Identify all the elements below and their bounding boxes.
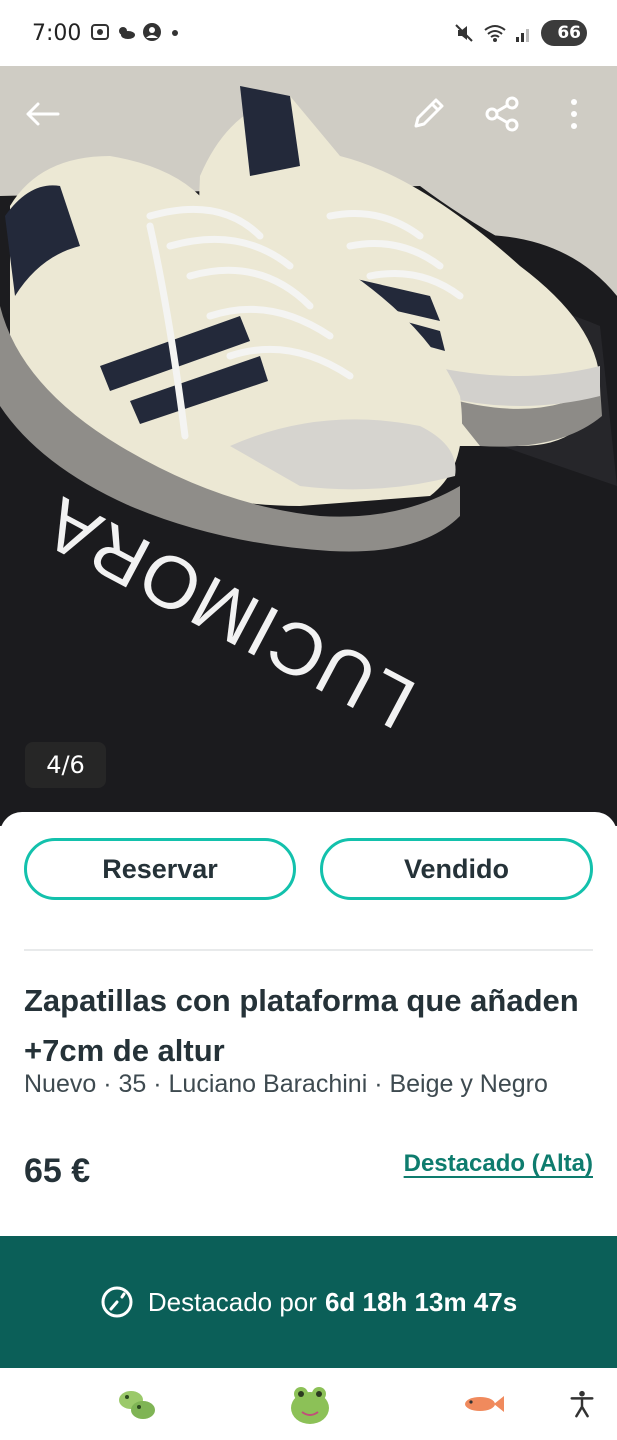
battery-icon: 66	[541, 20, 587, 46]
status-right-icons: 66	[453, 20, 587, 46]
battery-level: 66	[557, 23, 581, 43]
product-details-card: Reservar Vendido Zapatillas con platafor…	[0, 812, 617, 1236]
more-vertical-icon	[571, 99, 577, 129]
product-photo: LUCIMORA	[0, 66, 617, 826]
product-meta: Nuevo · 35 · Luciano Barachini · Beige y…	[24, 1070, 548, 1098]
status-time: 7:00	[32, 21, 82, 46]
featured-link[interactable]: Destacado (Alta)	[404, 1150, 593, 1178]
fish-icon	[465, 1396, 504, 1412]
product-image[interactable]: LUCIMORA 4/6	[0, 66, 617, 826]
edit-pencil-icon	[414, 98, 444, 128]
timer-icon	[101, 1286, 133, 1318]
divider	[24, 949, 593, 951]
bottom-bar	[0, 1368, 617, 1440]
product-price: 65 €	[24, 1152, 91, 1190]
edit-button[interactable]	[404, 90, 452, 138]
banner-label: Destacado por	[147, 1286, 317, 1317]
reserve-button[interactable]: Reservar	[24, 838, 296, 900]
status-left-icons	[90, 22, 188, 42]
status-bar: 7:00 66	[0, 0, 617, 66]
banner-countdown: 6d 18h 13m 47s	[324, 1286, 518, 1317]
mute-icon	[455, 24, 473, 42]
wifi-icon	[484, 25, 506, 42]
accessibility-button[interactable]	[558, 1382, 606, 1426]
dot-icon	[172, 30, 178, 36]
signal-icon	[516, 29, 529, 42]
frog-pair-icon	[119, 1391, 155, 1419]
share-button[interactable]	[478, 90, 526, 138]
bottom-item-fish[interactable]	[458, 1382, 506, 1426]
accessibility-icon	[570, 1390, 594, 1418]
weather-icon	[119, 27, 135, 39]
account-icon	[143, 23, 161, 41]
image-counter: 4/6	[25, 742, 106, 788]
bottom-item-frog-avatar[interactable]	[286, 1382, 334, 1426]
more-options-button[interactable]	[550, 90, 598, 138]
screenshot-icon	[91, 24, 109, 40]
back-button[interactable]	[18, 90, 66, 138]
sold-button[interactable]: Vendido	[320, 838, 593, 900]
share-icon	[485, 96, 519, 132]
product-title: Zapatillas con plataforma que añaden +7c…	[24, 983, 579, 1068]
bottom-item-frogs[interactable]	[113, 1382, 161, 1426]
featured-banner[interactable]: Destacado por 6d 18h 13m 47s	[0, 1236, 617, 1368]
frog-avatar-icon	[291, 1387, 329, 1424]
back-arrow-icon	[26, 102, 60, 126]
